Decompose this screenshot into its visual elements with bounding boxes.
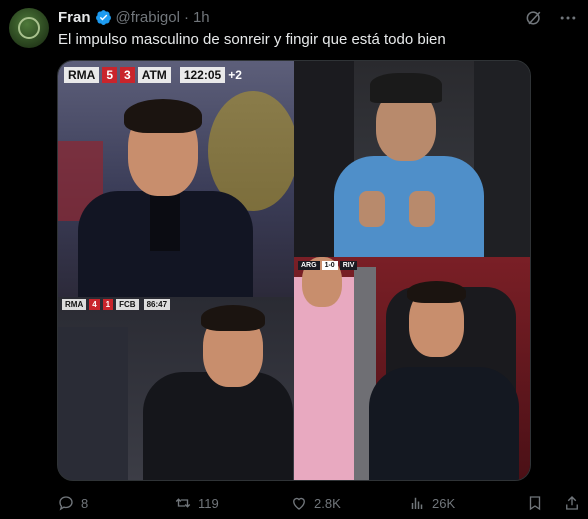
- scoreboard-clock: 86:47: [143, 299, 171, 310]
- more-icon[interactable]: [558, 8, 578, 28]
- separator-dot: ·: [183, 8, 189, 26]
- scoreboard-home-score: 5: [102, 67, 118, 83]
- share-button[interactable]: [563, 492, 581, 514]
- reply-count: 8: [81, 495, 89, 511]
- scoreboard-home: RMA: [62, 299, 87, 310]
- scoreboard-away: FCB: [116, 299, 139, 310]
- scoreboard-away: ATM: [137, 67, 171, 83]
- author-avatar[interactable]: [9, 8, 49, 48]
- views-count: 26K: [432, 495, 456, 511]
- post-top-actions: [524, 8, 578, 28]
- reply-icon: [59, 496, 73, 511]
- post-text: El impulso masculino de sonreir y fingir…: [58, 31, 446, 48]
- author-name[interactable]: Fran: [58, 9, 91, 26]
- post-time[interactable]: 1h: [193, 9, 210, 26]
- bookmark-button[interactable]: [526, 492, 544, 514]
- like-button[interactable]: 2.8K: [290, 492, 341, 514]
- scoreboard-home: RMA: [64, 67, 100, 83]
- media-panel-coach-2: RMA 4 1 FCB 86:47: [58, 297, 294, 480]
- scoreboard-clock: 122:05: [179, 67, 226, 83]
- post-actions: 8 119 2.8K 26K: [57, 492, 588, 514]
- like-icon: [293, 497, 305, 510]
- repost-button[interactable]: 119: [174, 492, 219, 514]
- media-panel-man-thumbs-up: [294, 61, 530, 257]
- media-panel-coach-1: RMA 5 3 ATM 122:05 +2: [58, 61, 294, 297]
- scoreboard-away-score: 3: [120, 67, 135, 83]
- grok-icon[interactable]: [524, 8, 544, 28]
- scoreboard-away: RIV: [339, 261, 358, 270]
- scoreboard: RMA 4 1 FCB 86:47: [62, 299, 171, 310]
- player-pink-kit: [294, 277, 354, 480]
- verified-icon: [95, 9, 111, 25]
- scoreboard-added-time: +2: [228, 68, 242, 82]
- share-icon: [566, 496, 578, 510]
- repost-count: 119: [198, 495, 219, 511]
- reply-button[interactable]: 8: [57, 492, 88, 514]
- scoreboard-home: ARG: [298, 261, 320, 270]
- avatar-crest: [18, 17, 40, 39]
- scoreboard-away-score: 1: [102, 299, 114, 310]
- scoreboard: ARG 1-0 RIV: [298, 261, 358, 270]
- media-panel-coach-3: ARG 1-0 RIV: [294, 257, 530, 480]
- scoreboard-score: 1-0: [321, 261, 338, 270]
- views-icon: [411, 497, 423, 509]
- post-media[interactable]: RMA 5 3 ATM 122:05 +2 RMA 4 1 FCB 86:47: [57, 60, 531, 481]
- bookmark-icon: [529, 496, 541, 511]
- figure-body: [143, 372, 293, 480]
- like-count: 2.8K: [314, 495, 341, 511]
- scoreboard-home-score: 4: [89, 299, 100, 310]
- scoreboard: RMA 5 3 ATM 122:05 +2: [64, 66, 242, 84]
- figure-body: [369, 367, 519, 480]
- post-header: Fran @frabigol · 1h: [58, 7, 210, 27]
- author-handle[interactable]: @frabigol: [116, 9, 180, 26]
- views-button[interactable]: 26K: [408, 492, 455, 514]
- repost-icon: [175, 498, 191, 508]
